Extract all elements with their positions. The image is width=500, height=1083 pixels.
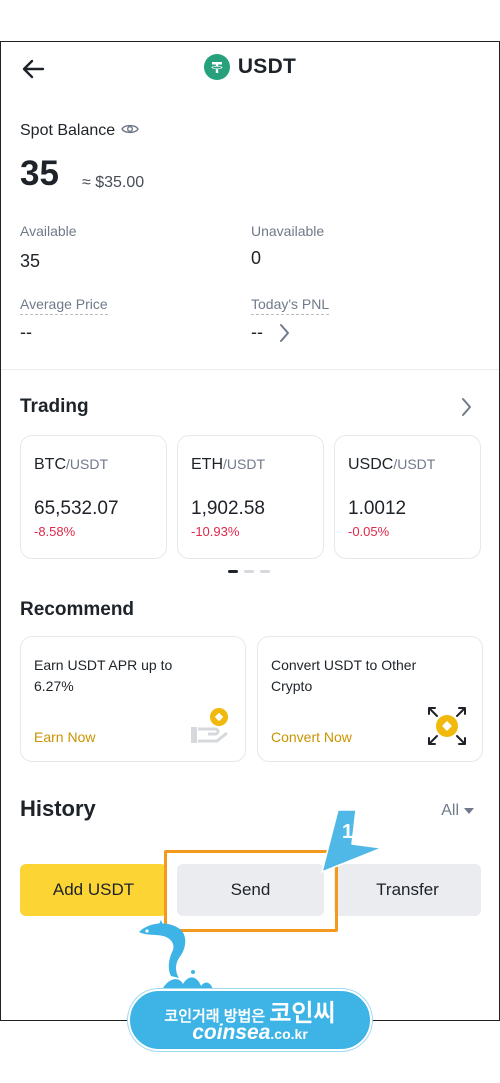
step-number: 1 — [342, 821, 353, 843]
recommend-card-earn[interactable]: Earn USDT APR up to 6.27% Earn Now — [20, 636, 246, 762]
earn-now-link[interactable]: Earn Now — [34, 729, 95, 745]
unavailable-value: 0 — [251, 248, 262, 268]
pair-change: -8.58% — [34, 524, 76, 539]
pair-quote: /USDT — [66, 456, 108, 472]
pair-quote: /USDT — [393, 456, 436, 472]
trading-more-chevron-icon[interactable] — [459, 396, 473, 423]
recommend-text: Earn USDT APR up to 6.27% — [34, 657, 173, 694]
pair-base: BTC — [34, 456, 66, 473]
average-price-label[interactable]: Average Price — [20, 296, 108, 315]
unavailable-label: Unavailable — [251, 223, 325, 239]
pagination-dot-active[interactable] — [228, 570, 238, 573]
pagination-dot[interactable] — [244, 570, 254, 573]
recommend-title: Recommend — [20, 599, 135, 620]
pair-price: 1,902.58 — [191, 498, 265, 519]
spot-balance-label: Spot Balance — [20, 122, 139, 140]
trading-pair-card-btc[interactable]: BTC/USDT 65,532.07 -8.58% — [20, 435, 167, 559]
history-title: History — [20, 796, 96, 821]
balance-usd-value: ≈ $35.00 — [82, 174, 145, 191]
todays-pnl-value: -- — [251, 322, 263, 342]
average-price-value: -- — [20, 322, 32, 342]
add-usdt-button[interactable]: Add USDT — [20, 864, 167, 916]
pagination-dot[interactable] — [260, 570, 270, 573]
convert-now-link[interactable]: Convert Now — [271, 729, 352, 745]
available-label: Available — [20, 223, 77, 239]
page-title: USDT — [237, 55, 297, 78]
trading-pair-card-usdc[interactable]: USDC/USDT 1.0012 -0.05% — [334, 435, 481, 559]
carousel-pagination — [228, 570, 270, 573]
caret-down-icon — [464, 808, 474, 814]
recommend-card-convert[interactable]: Convert USDT to Other Crypto Convert Now — [257, 636, 483, 762]
section-divider — [1, 369, 499, 370]
header: USDT — [1, 42, 499, 98]
pair-base: ETH — [191, 456, 223, 473]
convert-icon — [426, 705, 468, 747]
pair-change: -0.05% — [348, 524, 390, 539]
pair-price: 65,532.07 — [34, 498, 119, 519]
balance-amount: 35 — [20, 154, 59, 193]
app-screen: USDT Spot Balance 35 ≈ $35.00 Available … — [0, 41, 500, 1021]
title-group: USDT — [1, 54, 499, 80]
step-arrow-callout: 1 — [316, 804, 386, 874]
earn-icon — [189, 705, 231, 747]
pair-quote: /USDT — [223, 456, 265, 472]
history-filter-dropdown[interactable]: All — [441, 802, 474, 820]
recommend-text: Convert USDT to Other Crypto — [271, 657, 417, 694]
coinsea-watermark: 코인거래 방법은 코인씨 coinsea.co.kr — [128, 985, 372, 1051]
trading-pair-card-eth[interactable]: ETH/USDT 1,902.58 -10.93% — [177, 435, 324, 559]
send-button[interactable]: Send — [177, 864, 324, 916]
tether-icon — [203, 54, 230, 80]
trading-title: Trading — [20, 396, 89, 417]
watermark-line-2: coinsea.co.kr — [128, 1021, 372, 1045]
watermark-domain-suffix: .co.kr — [270, 1026, 308, 1042]
pair-change: -10.93% — [191, 524, 240, 539]
spot-balance-text: Spot Balance — [20, 122, 116, 139]
available-value: 35 — [20, 251, 41, 271]
pair-base: USDC — [348, 456, 394, 473]
history-filter-label: All — [441, 802, 459, 819]
watermark-domain: coinsea — [192, 1021, 271, 1044]
pair-name: USDC/USDT — [348, 456, 435, 474]
todays-pnl-label[interactable]: Today's PNL — [251, 296, 330, 315]
eye-icon[interactable] — [121, 122, 139, 140]
pair-name: ETH/USDT — [191, 456, 265, 474]
pair-name: BTC/USDT — [34, 456, 108, 474]
pair-price: 1.0012 — [348, 498, 407, 519]
chevron-right-icon[interactable] — [277, 322, 291, 349]
